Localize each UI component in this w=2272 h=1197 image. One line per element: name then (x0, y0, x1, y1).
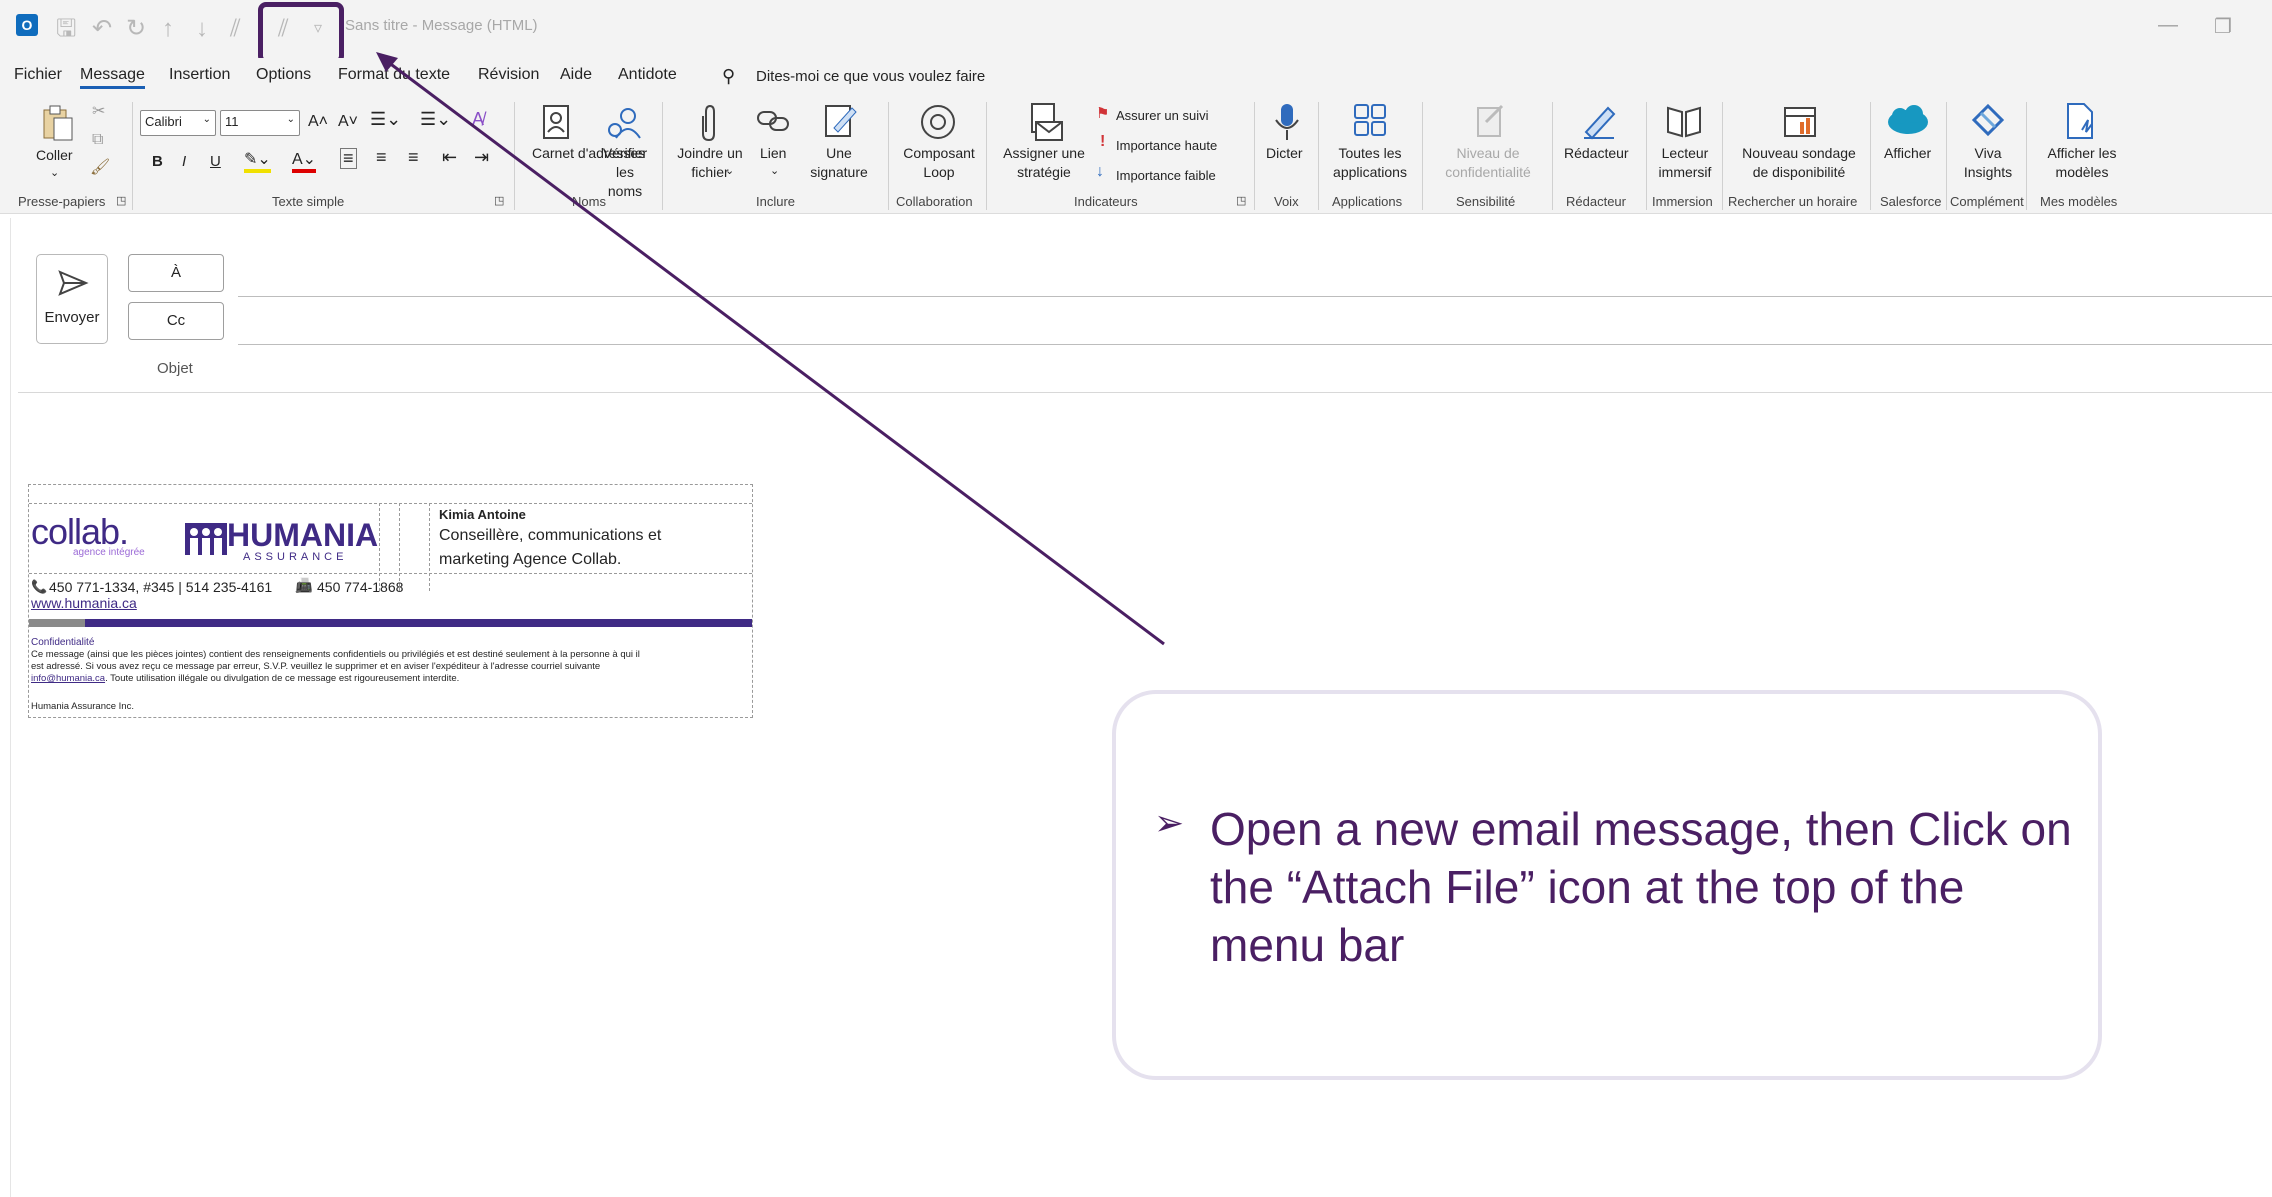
callout-bullet-icon: ➢ (1154, 802, 1185, 843)
instruction-callout: ➢ Open a new email message, then Click o… (1112, 690, 2102, 1080)
callout-text: Open a new email message, then Click on … (1210, 803, 2072, 971)
outlook-compose-window: O 🖫 ↶ ↻ ↑ ↓ ⫽ ⫽ ▿ Sans titre - Message (… (0, 0, 2272, 1197)
